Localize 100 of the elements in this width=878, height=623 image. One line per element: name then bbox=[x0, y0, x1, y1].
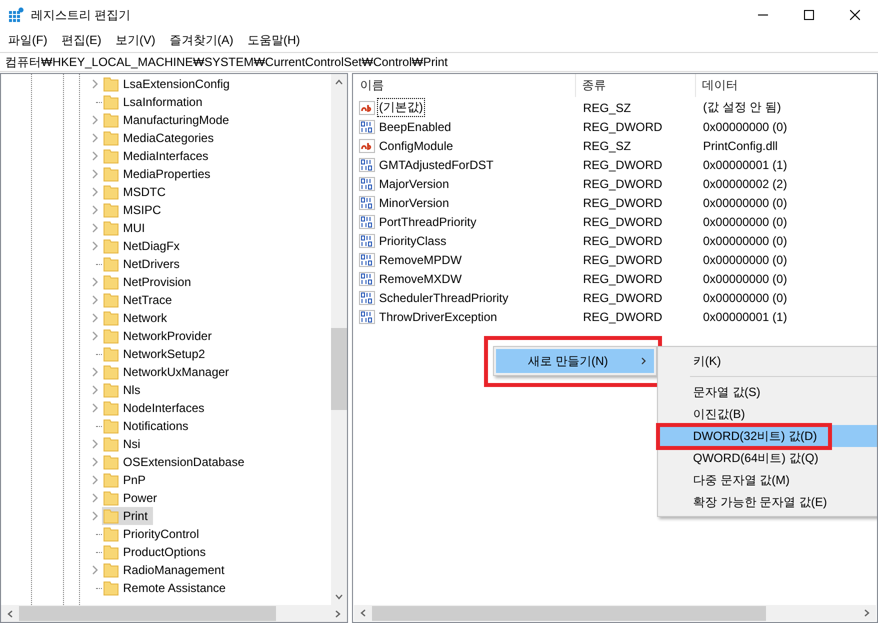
value-name[interactable]: (기본값) bbox=[377, 98, 425, 117]
chevron-icon[interactable] bbox=[92, 403, 98, 413]
tree-item[interactable]: Network bbox=[102, 309, 172, 327]
chevron-icon[interactable] bbox=[92, 223, 98, 233]
value-name[interactable]: MinorVersion bbox=[377, 194, 452, 210]
tree-item[interactable]: MUI bbox=[102, 219, 150, 237]
tree-item[interactable]: NetProvision bbox=[102, 273, 196, 291]
chevron-icon[interactable] bbox=[92, 511, 98, 521]
chevron-icon[interactable] bbox=[92, 475, 98, 485]
tree-item[interactable]: LsaInformation bbox=[102, 93, 208, 111]
tree-item[interactable]: PriorityControl bbox=[102, 525, 204, 543]
tree-item[interactable]: RadioManagement bbox=[102, 561, 230, 579]
value-name[interactable]: BeepEnabled bbox=[377, 118, 454, 134]
column-header[interactable]: 이름 bbox=[353, 74, 576, 97]
folder-icon bbox=[103, 256, 119, 272]
folder-icon bbox=[103, 292, 119, 308]
scroll-thumb[interactable] bbox=[19, 606, 276, 621]
chevron-icon[interactable] bbox=[92, 241, 98, 251]
chevron-icon[interactable] bbox=[92, 187, 98, 197]
address-bar[interactable]: 컴퓨터₩HKEY_LOCAL_MACHINE₩SYSTEM₩CurrentControlSet₩Control₩Print bbox=[0, 52, 878, 72]
tree-item[interactable]: NetDiagFx bbox=[102, 237, 185, 255]
column-header[interactable]: 데이터 bbox=[696, 74, 877, 97]
binary-value-icon bbox=[359, 156, 375, 172]
tree-item[interactable]: PnP bbox=[102, 471, 151, 489]
tree-item[interactable]: NodeInterfaces bbox=[102, 399, 210, 417]
menu-item[interactable]: 이진값(B) bbox=[658, 403, 877, 425]
value-name[interactable]: RemoveMXDW bbox=[377, 270, 464, 286]
table-cell-text: (값 설정 안 됨) bbox=[702, 99, 782, 116]
tree-item[interactable]: NetworkProvider bbox=[102, 327, 217, 345]
folder-icon bbox=[103, 472, 119, 488]
binary-value-icon bbox=[359, 194, 375, 210]
tree-item[interactable]: Notifications bbox=[102, 417, 194, 435]
scroll-thumb[interactable] bbox=[331, 328, 347, 410]
chevron-icon[interactable] bbox=[92, 133, 98, 143]
menu-item[interactable]: 새로 만들기(N) bbox=[496, 349, 654, 373]
menu-item[interactable]: 도움말(H) bbox=[240, 32, 307, 48]
menu-item[interactable]: 파일(F) bbox=[1, 32, 54, 48]
menu-item[interactable]: 키(K) bbox=[658, 350, 877, 372]
chevron-icon[interactable] bbox=[92, 151, 98, 161]
table-cell-text: 0x00000000 (0) bbox=[702, 120, 788, 134]
chevron-icon[interactable] bbox=[92, 439, 98, 449]
vertical-scrollbar[interactable] bbox=[331, 74, 347, 605]
horizontal-scrollbar[interactable] bbox=[1, 605, 347, 622]
chevron-icon[interactable] bbox=[92, 169, 98, 179]
folder-icon bbox=[103, 508, 119, 524]
tree-item[interactable]: Nsi bbox=[102, 435, 146, 453]
menu-item[interactable]: 다중 문자열 값(M) bbox=[658, 469, 877, 491]
menu-item[interactable]: 확장 가능한 문자열 값(E) bbox=[658, 491, 877, 513]
chevron-icon[interactable] bbox=[92, 79, 98, 89]
folder-icon bbox=[103, 454, 119, 470]
tree-item[interactable]: MediaProperties bbox=[102, 165, 216, 183]
scroll-thumb[interactable] bbox=[372, 606, 766, 620]
tree-item[interactable]: Nls bbox=[102, 381, 146, 399]
chevron-icon[interactable] bbox=[92, 205, 98, 215]
menu-item[interactable]: QWORD(64비트) 값(Q) bbox=[658, 447, 877, 469]
tree-item[interactable]: MediaCategories bbox=[102, 129, 219, 147]
tree-item[interactable]: Remote Assistance bbox=[102, 579, 231, 597]
folder-icon bbox=[103, 202, 119, 218]
menu-item[interactable]: 편집(E) bbox=[54, 32, 108, 48]
table-cell-text: REG_DWORD bbox=[582, 158, 664, 172]
folder-icon bbox=[103, 94, 119, 110]
chevron-icon[interactable] bbox=[92, 295, 98, 305]
value-name[interactable]: PortThreadPriority bbox=[377, 214, 478, 230]
tree-item[interactable]: Print bbox=[102, 507, 153, 525]
tree-item[interactable]: MSDTC bbox=[102, 183, 171, 201]
chevron-icon[interactable] bbox=[92, 367, 98, 377]
tree-item[interactable]: NetDrivers bbox=[102, 255, 185, 273]
tree-item[interactable]: NetworkUxManager bbox=[102, 363, 234, 381]
value-name[interactable]: GMTAdjustedForDST bbox=[377, 156, 496, 172]
menu-item[interactable]: 보기(V) bbox=[108, 32, 162, 48]
chevron-icon[interactable] bbox=[92, 457, 98, 467]
horizontal-scrollbar[interactable] bbox=[354, 605, 876, 621]
value-name[interactable]: ConfigModule bbox=[377, 138, 456, 154]
chevron-icon[interactable] bbox=[92, 493, 98, 503]
column-header[interactable]: 종류 bbox=[576, 74, 696, 97]
chevron-icon[interactable] bbox=[92, 115, 98, 125]
value-name[interactable]: SchedulerThreadPriority bbox=[377, 290, 510, 306]
value-name[interactable]: RemoveMPDW bbox=[377, 252, 464, 268]
value-name[interactable]: ThrowDriverException bbox=[377, 308, 500, 324]
folder-icon bbox=[103, 418, 119, 434]
chevron-icon[interactable] bbox=[92, 331, 98, 341]
table-cell-text: 0x00000000 (0) bbox=[702, 196, 788, 210]
value-name[interactable]: PriorityClass bbox=[377, 232, 448, 248]
menu-item[interactable]: 즐겨찾기(A) bbox=[162, 32, 240, 48]
chevron-icon[interactable] bbox=[92, 385, 98, 395]
chevron-icon[interactable] bbox=[92, 313, 98, 323]
menu-item[interactable]: 문자열 값(S) bbox=[658, 381, 877, 403]
tree-item[interactable]: ProductOptions bbox=[102, 543, 211, 561]
tree-item[interactable]: OSExtensionDatabase bbox=[102, 453, 250, 471]
tree-item[interactable]: NetTrace bbox=[102, 291, 177, 309]
tree-item[interactable]: LsaExtensionConfig bbox=[102, 75, 235, 93]
chevron-icon[interactable] bbox=[92, 277, 98, 287]
tree-item[interactable]: MediaInterfaces bbox=[102, 147, 214, 165]
value-name[interactable]: MajorVersion bbox=[377, 176, 452, 192]
tree-item[interactable]: MSIPC bbox=[102, 201, 166, 219]
table-cell-text: REG_DWORD bbox=[582, 272, 664, 286]
tree-item[interactable]: ManufacturingMode bbox=[102, 111, 234, 129]
tree-item[interactable]: NetworkSetup2 bbox=[102, 345, 210, 363]
tree-item[interactable]: Power bbox=[102, 489, 162, 507]
chevron-icon[interactable] bbox=[92, 565, 98, 575]
